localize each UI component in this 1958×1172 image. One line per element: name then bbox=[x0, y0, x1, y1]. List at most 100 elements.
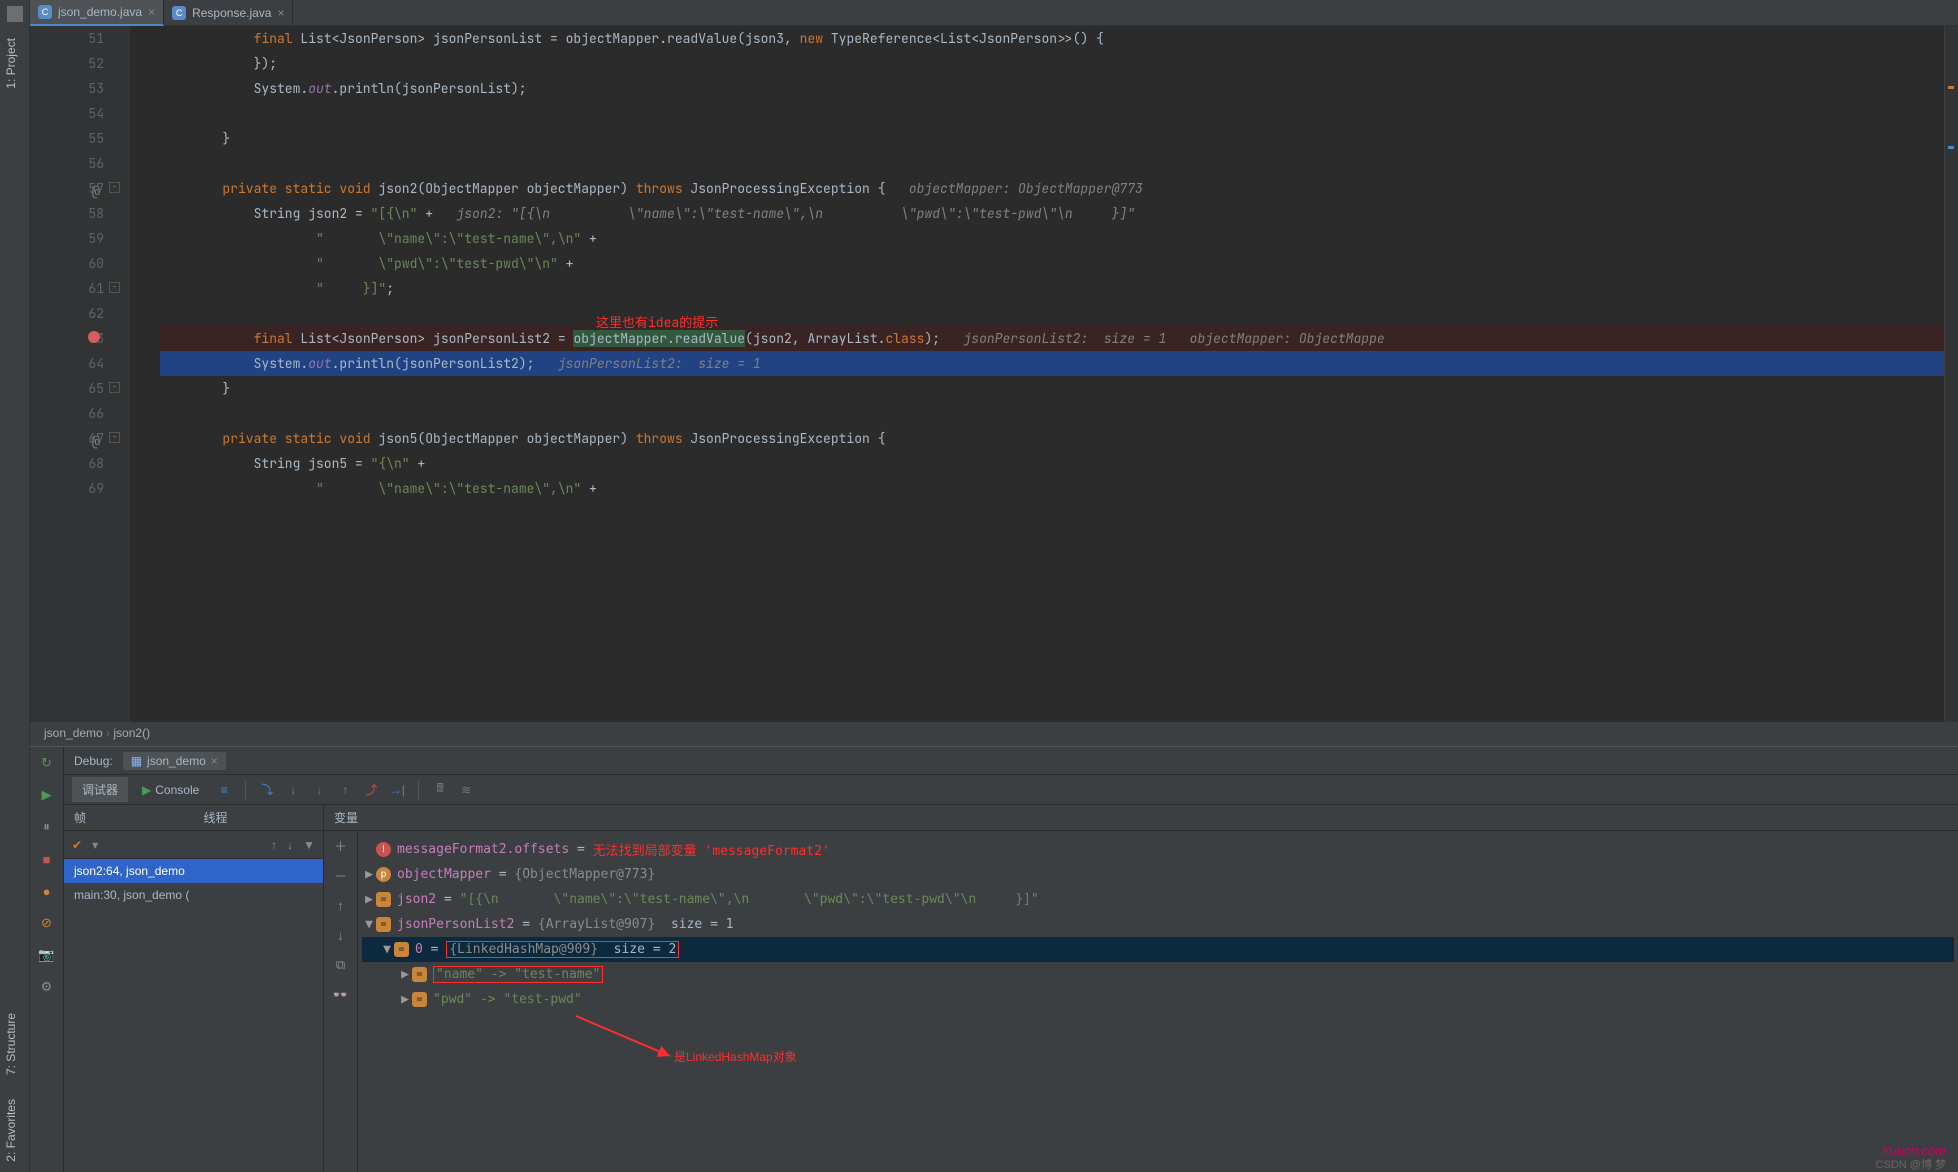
code-editor[interactable]: 51525354555657@-58596061-62636465-6667@-… bbox=[30, 26, 1958, 722]
variable-node[interactable]: ▶="pwd" -> "test-pwd" bbox=[362, 987, 1954, 1012]
breadcrumb-item[interactable]: json2() bbox=[103, 726, 150, 740]
stack-frame[interactable]: json2:64, json_demo bbox=[64, 859, 323, 883]
code-line[interactable]: " }]"; bbox=[160, 276, 1958, 301]
trace-icon[interactable]: ≋ bbox=[455, 779, 477, 801]
debug-side-toolbar: ↻ ▶ ⏸ ■ ● ⊘ 📷 ⚙ bbox=[30, 747, 64, 1172]
threads-header: 线程 bbox=[194, 809, 324, 826]
fold-icon[interactable]: - bbox=[109, 182, 120, 193]
filter-icon[interactable]: ▼ bbox=[303, 838, 315, 852]
up-icon[interactable]: ↑ bbox=[333, 897, 349, 913]
vars-side-toolbar: ＋ － ↑ ↓ ⧉ 👓 bbox=[324, 831, 358, 1172]
code-line[interactable]: System.out.println(jsonPersonList); bbox=[160, 76, 1958, 101]
check-icon[interactable]: ✔ bbox=[72, 838, 82, 852]
next-frame-icon[interactable]: ↓ bbox=[287, 838, 293, 852]
editor-tab[interactable]: CResponse.java× bbox=[164, 0, 293, 26]
breadcrumb-item[interactable]: json_demo bbox=[44, 726, 103, 740]
java-file-icon: C bbox=[38, 5, 52, 19]
frames-header: 帧 bbox=[64, 809, 194, 826]
code-line[interactable]: final List<JsonPerson> jsonPersonList2 =… bbox=[160, 326, 1958, 351]
variable-node[interactable]: ▼=jsonPersonList2 = {ArrayList@907} size… bbox=[362, 912, 1954, 937]
run-to-cursor-icon[interactable]: →| bbox=[386, 779, 408, 801]
code-line[interactable]: final List<JsonPerson> jsonPersonList = … bbox=[160, 26, 1958, 51]
code-line[interactable]: private static void json2(ObjectMapper o… bbox=[160, 176, 1958, 201]
close-icon[interactable]: × bbox=[211, 754, 218, 768]
variable-node[interactable]: ▶="name" -> "test-name" bbox=[362, 962, 1954, 987]
variable-node[interactable]: ▶=json2 = "[{\n \"name\":\"test-name\",\… bbox=[362, 887, 1954, 912]
frames-list[interactable]: json2:64, json_demomain:30, json_demo ( bbox=[64, 859, 323, 1172]
project-files-icon[interactable] bbox=[7, 6, 23, 22]
run-config-tab[interactable]: ▦ json_demo × bbox=[123, 752, 226, 770]
mute-breakpoints-icon[interactable]: ⊘ bbox=[39, 915, 55, 931]
variables-tree[interactable]: !messageFormat2.offsets = 无法找到局部变量 'mess… bbox=[358, 831, 1958, 1172]
close-icon[interactable]: × bbox=[277, 6, 284, 20]
code-line[interactable]: String json5 = "{\n" + bbox=[160, 451, 1958, 476]
annotation-top: 这里也有idea的提示 bbox=[596, 312, 718, 331]
annotation-bottom: 是LinkedHashMap对象 bbox=[674, 1048, 797, 1065]
variables-header: 变量 bbox=[324, 805, 1958, 831]
stack-frame[interactable]: main:30, json_demo ( bbox=[64, 883, 323, 907]
breadcrumb[interactable]: json_demojson2() bbox=[30, 722, 1958, 746]
threads-icon[interactable]: ≡ bbox=[213, 779, 235, 801]
project-tool-tab[interactable]: 1: Project bbox=[0, 28, 29, 99]
console-tab[interactable]: ▶Console bbox=[132, 779, 209, 801]
fold-icon[interactable]: - bbox=[109, 382, 120, 393]
resume-icon[interactable]: ▶ bbox=[39, 787, 55, 803]
code-line[interactable]: }); bbox=[160, 51, 1958, 76]
variable-node[interactable]: ▶pobjectMapper = {ObjectMapper@773} bbox=[362, 862, 1954, 887]
var-badge-icon: = bbox=[412, 967, 427, 982]
stop-icon[interactable]: ■ bbox=[39, 851, 55, 867]
code-line[interactable]: " \"pwd\":\"test-pwd\"\n" + bbox=[160, 251, 1958, 276]
debugger-tab[interactable]: 调试器 bbox=[72, 777, 128, 802]
prev-frame-icon[interactable]: ↑ bbox=[271, 838, 277, 852]
evaluate-icon[interactable]: 🖩 bbox=[429, 779, 451, 801]
code-line[interactable] bbox=[160, 151, 1958, 176]
pause-icon[interactable]: ⏸ bbox=[39, 819, 55, 835]
expand-icon[interactable]: ▶ bbox=[398, 992, 412, 1007]
csdn-credit: CSDN @博 梦 bbox=[1876, 1156, 1946, 1172]
down-icon[interactable]: ↓ bbox=[333, 927, 349, 943]
fold-icon[interactable]: - bbox=[109, 282, 120, 293]
code-line[interactable]: } bbox=[160, 376, 1958, 401]
tab-label: Response.java bbox=[192, 6, 271, 20]
run-config-name: json_demo bbox=[147, 754, 206, 768]
force-step-into-icon[interactable]: ↓ bbox=[308, 779, 330, 801]
code-line[interactable]: " \"name\":\"test-name\",\n" + bbox=[160, 226, 1958, 251]
step-over-icon[interactable]: ⤵ bbox=[256, 779, 278, 801]
code-line[interactable]: private static void json5(ObjectMapper o… bbox=[160, 426, 1958, 451]
code-line[interactable]: System.out.println(jsonPersonList2); jso… bbox=[160, 351, 1958, 376]
step-into-icon[interactable]: ↓ bbox=[282, 779, 304, 801]
expand-icon[interactable]: ▶ bbox=[362, 867, 376, 882]
breakpoint-icon[interactable] bbox=[88, 331, 100, 343]
view-breakpoints-icon[interactable]: ● bbox=[39, 883, 55, 899]
step-out-icon[interactable]: ↑ bbox=[334, 779, 356, 801]
expand-icon[interactable]: ▶ bbox=[362, 892, 376, 907]
var-badge-icon: = bbox=[394, 942, 409, 957]
code-line[interactable] bbox=[160, 301, 1958, 326]
gutter: 51525354555657@-58596061-62636465-6667@-… bbox=[30, 26, 130, 722]
fold-icon[interactable]: - bbox=[109, 432, 120, 443]
code-line[interactable]: String json2 = "[{\n" + json2: "[{\n \"n… bbox=[160, 201, 1958, 226]
copy-icon[interactable]: ⧉ bbox=[333, 957, 349, 973]
expand-icon[interactable]: ▼ bbox=[362, 917, 376, 932]
camera-icon[interactable]: 📷 bbox=[39, 947, 55, 963]
expand-icon[interactable]: ▼ bbox=[380, 942, 394, 957]
structure-tool-tab[interactable]: 7: Structure bbox=[0, 1003, 29, 1085]
error-stripe[interactable] bbox=[1944, 26, 1958, 722]
favorites-tool-tab[interactable]: 2: Favorites bbox=[0, 1089, 29, 1172]
variable-node[interactable]: ▼=0 = {LinkedHashMap@909} size = 2 bbox=[362, 937, 1954, 962]
drop-frame-icon[interactable]: ⤴ bbox=[360, 779, 382, 801]
code-line[interactable] bbox=[160, 101, 1958, 126]
code-line[interactable] bbox=[160, 401, 1958, 426]
remove-watch-icon[interactable]: － bbox=[333, 867, 349, 883]
close-icon[interactable]: × bbox=[148, 5, 155, 19]
variable-node[interactable]: !messageFormat2.offsets = 无法找到局部变量 'mess… bbox=[362, 837, 1954, 862]
expand-icon[interactable]: ▶ bbox=[398, 967, 412, 982]
settings-icon[interactable]: ⚙ bbox=[39, 979, 55, 995]
editor-tab[interactable]: Cjson_demo.java× bbox=[30, 0, 164, 26]
add-watch-icon[interactable]: ＋ bbox=[333, 837, 349, 853]
glasses-icon[interactable]: 👓 bbox=[333, 987, 349, 1003]
rerun-icon[interactable]: ↻ bbox=[39, 755, 55, 771]
code-line[interactable]: } bbox=[160, 126, 1958, 151]
code-area[interactable]: final List<JsonPerson> jsonPersonList = … bbox=[130, 26, 1958, 501]
code-line[interactable]: " \"name\":\"test-name\",\n" + bbox=[160, 476, 1958, 501]
